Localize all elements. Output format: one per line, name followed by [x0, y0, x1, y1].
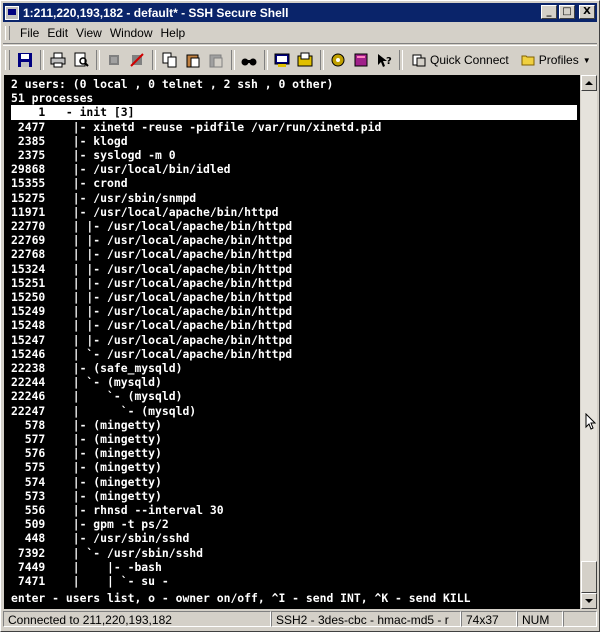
terminal-line[interactable]: 448 |- /usr/sbin/sshd — [11, 531, 190, 545]
terminal-line[interactable]: 15249 | |- /usr/local/apache/bin/httpd — [11, 304, 292, 318]
terminal-line[interactable]: 29868 |- /usr/local/bin/idled — [11, 162, 230, 176]
close-button[interactable]: X — [579, 5, 595, 19]
copy-icon[interactable] — [159, 49, 181, 71]
terminal-line[interactable]: 2 users: (0 local , 0 telnet , 2 ssh , 0… — [11, 77, 333, 91]
terminal-line[interactable]: 2385 |- klogd — [11, 134, 128, 148]
window-title: 1:211,220,193,182 - default* - SSH Secur… — [23, 5, 289, 20]
terminal-line[interactable]: 2477 |- xinetd -reuse -pidfile /var/run/… — [11, 120, 381, 134]
terminal-line[interactable]: 7471 | | `- su - — [11, 574, 169, 588]
find-icon[interactable] — [238, 49, 260, 71]
status-extra — [563, 611, 597, 627]
minimize-button[interactable]: _ — [541, 5, 557, 19]
terminal-line[interactable]: 22768 | |- /usr/local/apache/bin/httpd — [11, 247, 292, 261]
terminal-line[interactable]: 15324 | |- /usr/local/apache/bin/httpd — [11, 262, 292, 276]
menu-window[interactable]: Window — [106, 26, 157, 40]
toolbar-separator — [264, 50, 268, 70]
terminal-line[interactable]: 556 |- rhnsd --interval 30 — [11, 503, 224, 517]
profiles-book-icon[interactable] — [350, 49, 372, 71]
arrow-down-icon — [585, 599, 593, 603]
print-preview-icon[interactable] — [70, 49, 92, 71]
menu-help[interactable]: Help — [157, 26, 190, 40]
toolbar-separator — [96, 50, 100, 70]
status-bar: Connected to 211,220,193,182 SSH2 - 3des… — [3, 611, 597, 629]
status-numlock: NUM — [517, 611, 563, 627]
terminal-line[interactable]: 51 processes — [11, 91, 93, 105]
settings-icon[interactable] — [327, 49, 349, 71]
chevron-down-icon: ▼ — [582, 55, 591, 65]
terminal-line[interactable]: 15247 | |- /usr/local/apache/bin/httpd — [11, 333, 292, 347]
terminal-line[interactable]: 574 |- (mingetty) — [11, 475, 162, 489]
paste-icon[interactable] — [182, 49, 204, 71]
terminal-line[interactable]: 7449 | |- -bash — [11, 560, 162, 574]
terminal-line[interactable]: 22244 | `- (mysqld) — [11, 375, 162, 389]
terminal-line[interactable]: 22247 | `- (mysqld) — [11, 404, 196, 418]
toolbar-grip[interactable] — [5, 50, 10, 70]
scroll-down-button[interactable] — [581, 593, 597, 609]
toolbar-separator — [152, 50, 156, 70]
status-cipher: SSH2 - 3des-cbc - hmac-md5 - r — [271, 611, 461, 627]
terminal-line[interactable]: 22246 | `- (mysqld) — [11, 389, 182, 403]
paste-disabled-icon[interactable] — [205, 49, 227, 71]
menu-grip[interactable] — [5, 26, 10, 40]
menu-edit[interactable]: Edit — [43, 26, 72, 40]
profiles-label: Profiles — [538, 53, 579, 67]
terminal-line[interactable]: 15275 |- /usr/sbin/snmpd — [11, 191, 196, 205]
new-terminal-icon[interactable] — [271, 49, 293, 71]
terminal-line[interactable]: 575 |- (mingetty) — [11, 460, 162, 474]
terminal-line[interactable]: 15251 | |- /usr/local/apache/bin/httpd — [11, 276, 292, 290]
toolbar-separator — [231, 50, 235, 70]
scroll-up-button[interactable] — [581, 75, 597, 91]
maximize-button[interactable]: □ — [559, 5, 575, 19]
menu-bar: File Edit View Window Help — [3, 23, 597, 44]
help-icon[interactable]: ? — [373, 49, 395, 71]
terminal-output[interactable]: 2 users: (0 local , 0 telnet , 2 ssh , 0… — [4, 75, 580, 609]
svg-text:?: ? — [386, 56, 392, 67]
terminal-line[interactable]: 15250 | |- /usr/local/apache/bin/httpd — [11, 290, 292, 304]
toolbar-separator — [399, 50, 403, 70]
terminal-line[interactable]: 576 |- (mingetty) — [11, 446, 162, 460]
status-terminal-size: 74x37 — [461, 611, 517, 627]
terminal-line[interactable]: 7392 | `- /usr/sbin/sshd — [11, 546, 203, 560]
vertical-scrollbar[interactable] — [581, 75, 597, 609]
mouse-cursor-icon — [585, 413, 597, 430]
terminal-line[interactable]: 22770 | |- /usr/local/apache/bin/httpd — [11, 219, 292, 233]
new-file-transfer-icon[interactable] — [294, 49, 316, 71]
terminal-line[interactable]: 573 |- (mingetty) — [11, 489, 162, 503]
terminal-line[interactable]: 2375 |- syslogd -m 0 — [11, 148, 176, 162]
scroll-thumb[interactable] — [581, 561, 597, 593]
toolbar-separator — [320, 50, 324, 70]
menu-view[interactable]: View — [72, 26, 106, 40]
folder-icon — [521, 55, 535, 66]
terminal-line[interactable]: 15246 | `- /usr/local/apache/bin/httpd — [11, 347, 292, 361]
terminal-line[interactable]: 577 |- (mingetty) — [11, 432, 162, 446]
toolbar: ? Quick Connect Profiles ▼ — [3, 45, 597, 74]
terminal-line[interactable]: 15355 |- crond — [11, 176, 128, 190]
app-icon[interactable] — [5, 5, 19, 20]
profiles-button[interactable]: Profiles ▼ — [515, 49, 597, 71]
terminal-line-selected[interactable]: 1 - init [3] — [11, 105, 577, 120]
menu-file[interactable]: File — [16, 26, 43, 40]
terminal-line[interactable]: enter - users list, o - owner on/off, ^I… — [11, 591, 470, 605]
connect-icon[interactable] — [103, 49, 125, 71]
quick-connect-label: Quick Connect — [430, 53, 509, 67]
terminal-line[interactable]: 11971 |- /usr/local/apache/bin/httpd — [11, 205, 278, 219]
status-connection: Connected to 211,220,193,182 — [3, 611, 271, 627]
terminal-line[interactable]: 22769 | |- /usr/local/apache/bin/httpd — [11, 233, 292, 247]
terminal-line[interactable]: 22238 |- (safe_mysqld) — [11, 361, 182, 375]
save-icon[interactable] — [14, 49, 36, 71]
ssh-window: 1:211,220,193,182 - default* - SSH Secur… — [0, 0, 600, 632]
arrow-up-icon — [585, 81, 593, 85]
terminal-line[interactable]: 509 |- gpm -t ps/2 — [11, 517, 169, 531]
toolbar-separator — [40, 50, 44, 70]
quick-connect-icon — [412, 54, 426, 67]
disconnect-icon[interactable] — [126, 49, 148, 71]
terminal-line[interactable]: 15248 | |- /usr/local/apache/bin/httpd — [11, 318, 292, 332]
title-bar[interactable]: 1:211,220,193,182 - default* - SSH Secur… — [3, 3, 597, 22]
terminal-line[interactable]: 578 |- (mingetty) — [11, 418, 162, 432]
quick-connect-button[interactable]: Quick Connect — [406, 49, 515, 71]
print-icon[interactable] — [47, 49, 69, 71]
